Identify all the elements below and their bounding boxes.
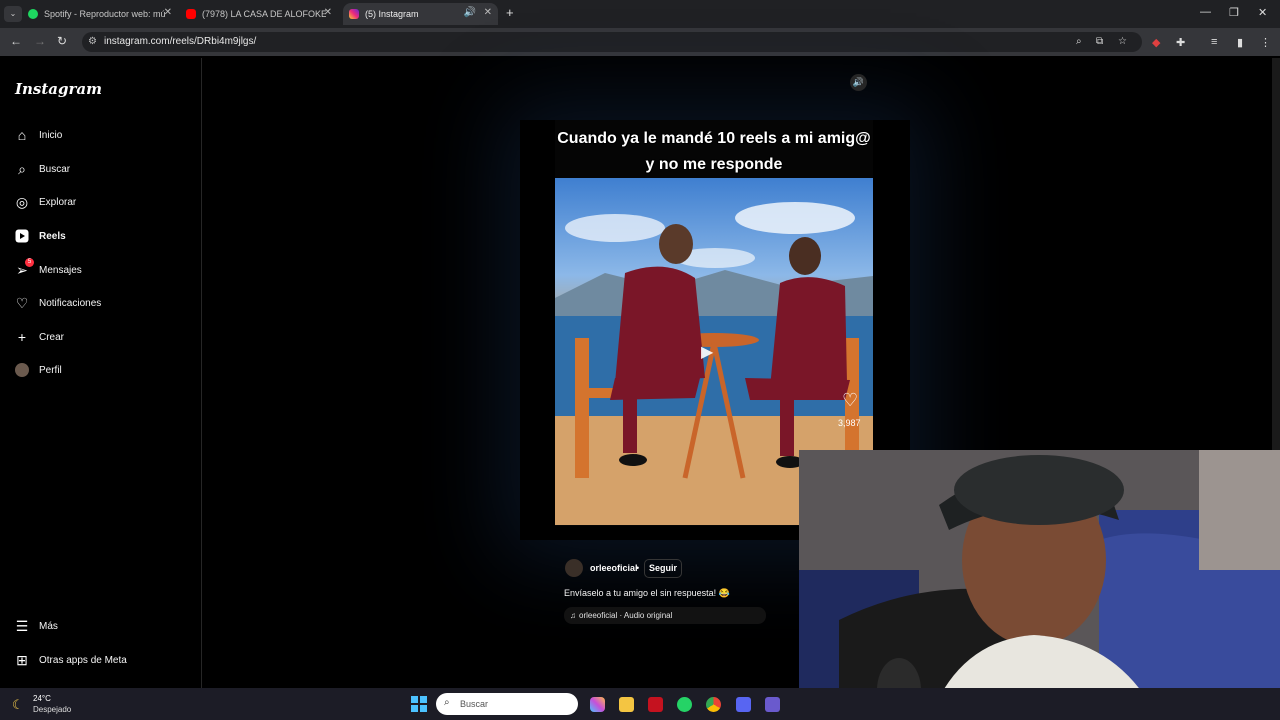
sidebar-item-label: Perfil <box>39 364 62 376</box>
sidebar-item-label: Otras apps de Meta <box>39 654 127 666</box>
webcam-frame <box>799 450 1280 720</box>
extensions-puzzle-icon[interactable]: ✚ <box>1176 36 1185 49</box>
sidebar-item-perfil[interactable]: Perfil <box>14 359 62 381</box>
media-control-icon[interactable]: ≡ <box>1211 36 1217 48</box>
site-info-icon[interactable]: ⚙ <box>88 36 97 47</box>
restore-icon[interactable]: ❐ <box>1229 6 1239 19</box>
sidebar-item-inicio[interactable]: ⌂ Inicio <box>14 124 63 146</box>
weather-temperature[interactable]: 24°C <box>33 694 51 703</box>
close-window-icon[interactable]: ✕ <box>1258 6 1267 19</box>
like-heart-icon[interactable]: ♡ <box>842 390 858 411</box>
tab-title: (7978) LA CASA DE ALOFOKE 2 <box>202 9 326 19</box>
extension-icon[interactable]: ◆ <box>1152 36 1160 49</box>
new-tab-icon[interactable]: + <box>506 5 514 20</box>
copilot-icon[interactable] <box>590 697 605 712</box>
reel-author-avatar[interactable] <box>565 559 583 577</box>
back-icon[interactable]: ← <box>10 34 22 48</box>
tab-spotify[interactable]: Spotify - Reproductor web: mú ✕ <box>28 3 178 25</box>
weather-condition[interactable]: Despejado <box>33 705 71 714</box>
address-bar[interactable]: ⚙ instagram.com/reels/DRbi4m9jlgs/ ⌕ ⧉ ☆ <box>82 32 1142 52</box>
browser-tab-strip: ⌄ Spotify - Reproductor web: mú ✕ (7978)… <box>0 0 1280 28</box>
close-tab-icon[interactable]: ✕ <box>324 7 332 18</box>
reels-icon <box>14 228 30 244</box>
sidebar-item-label: Notificaciones <box>39 297 102 309</box>
volume-icon[interactable]: 🔊 <box>850 74 867 91</box>
compass-icon: ◎ <box>15 193 29 210</box>
reel-overlay-caption: Cuando ya le mandé 10 reels a mi amig@ y… <box>557 130 871 173</box>
tab-title: Spotify - Reproductor web: mú <box>44 9 166 19</box>
spotify-icon <box>28 9 38 19</box>
heart-icon: ♡ <box>15 294 29 311</box>
like-count: 3,987 <box>838 418 861 428</box>
separator-dot: • <box>636 563 640 573</box>
grid-icon: ⊞ <box>16 651 28 668</box>
sidebar-item-label: Crear <box>39 331 65 343</box>
tab-instagram[interactable]: (5) Instagram 🔊 ✕ <box>343 3 498 25</box>
play-icon[interactable]: ▶ <box>701 342 713 362</box>
tab-title: (5) Instagram <box>365 9 419 19</box>
instagram-icon <box>349 9 359 19</box>
sidebar-item-mensajes[interactable]: ➢ 5 Mensajes <box>14 258 82 281</box>
sidebar-item-otras-apps[interactable]: ⊞ Otras apps de Meta <box>14 649 127 671</box>
messages-icon: ➢ 5 <box>14 258 34 278</box>
moon-weather-icon[interactable]: ☾ <box>12 697 24 713</box>
sidebar-item-reels[interactable]: Reels <box>14 225 66 247</box>
sidebar-item-notificaciones[interactable]: ♡ Notificaciones <box>14 292 102 314</box>
avatar <box>15 363 29 377</box>
menu-icon: ☰ <box>15 617 29 634</box>
close-tab-icon[interactable]: ✕ <box>484 7 492 18</box>
app-red-icon[interactable] <box>648 697 663 712</box>
search-icon: ⌕ <box>18 160 26 177</box>
instagram-sidebar: Instagram ⌂ Inicio ⌕ Buscar ◎ Explorar R… <box>0 58 202 688</box>
url-text[interactable]: instagram.com/reels/DRbi4m9jlgs/ <box>104 36 256 47</box>
home-icon: ⌂ <box>17 127 27 143</box>
reload-icon[interactable]: ↻ <box>57 34 67 48</box>
notification-badge: 5 <box>25 258 34 267</box>
profile-icon[interactable]: ▮ <box>1237 36 1243 49</box>
reel-description: Envíaselo a tu amigo el sin respuesta! 😂 <box>564 588 730 598</box>
sidebar-item-explorar[interactable]: ◎ Explorar <box>14 191 76 213</box>
sidebar-item-label: Inicio <box>39 129 63 141</box>
windows-start-icon[interactable] <box>411 696 427 712</box>
reel-author-username[interactable]: orleeoficial <box>590 563 638 573</box>
sidebar-item-buscar[interactable]: ⌕ Buscar <box>14 158 70 180</box>
tab-youtube[interactable]: (7978) LA CASA DE ALOFOKE 2 ✕ <box>186 3 338 25</box>
tab-search-button[interactable]: ⌄ <box>4 6 22 22</box>
close-tab-icon[interactable]: ✕ <box>164 7 172 18</box>
page-scrollbar[interactable] <box>1272 58 1280 458</box>
browser-menu-icon[interactable]: ⋮ <box>1260 36 1271 49</box>
sidebar-item-label: Más <box>39 620 58 632</box>
instagram-logo[interactable]: Instagram <box>15 80 102 98</box>
windows-taskbar: ☾ 24°C Despejado ⌕ Buscar <box>0 688 1280 720</box>
sidebar-item-label: Explorar <box>39 196 77 208</box>
audio-playing-icon[interactable]: 🔊 <box>464 7 476 18</box>
file-explorer-icon[interactable] <box>619 697 634 712</box>
sidebar-item-label: Reels <box>39 230 66 242</box>
youtube-icon <box>186 9 196 19</box>
bookmark-star-icon[interactable]: ☆ <box>1118 36 1127 47</box>
sidebar-item-mas[interactable]: ☰ Más <box>14 615 58 637</box>
install-app-icon[interactable]: ⧉ <box>1096 36 1103 47</box>
whatsapp-icon[interactable] <box>677 697 692 712</box>
browser-toolbar: ← → ↻ ⚙ instagram.com/reels/DRbi4m9jlgs/… <box>0 28 1280 56</box>
search-icon: ⌕ <box>444 697 450 708</box>
zoom-icon[interactable]: ⌕ <box>1076 36 1082 47</box>
sidebar-item-label: Mensajes <box>39 264 82 276</box>
sidebar-item-label: Buscar <box>39 163 71 175</box>
minimize-icon[interactable]: — <box>1200 6 1211 18</box>
taskbar-search[interactable]: ⌕ Buscar <box>436 693 578 715</box>
follow-button[interactable]: Seguir <box>644 559 683 578</box>
webcam-overlay <box>799 450 1280 720</box>
music-note-icon: ♫ <box>570 611 576 620</box>
plus-icon: + <box>17 329 27 345</box>
taskbar-search-placeholder: Buscar <box>460 699 489 709</box>
audio-label: orleeoficial · Audio original <box>579 611 673 620</box>
discord-icon[interactable] <box>736 697 751 712</box>
chrome-icon[interactable] <box>706 697 721 712</box>
app-purple-icon[interactable] <box>765 697 780 712</box>
audio-link[interactable]: ♫ orleeoficial · Audio original <box>564 607 766 624</box>
sidebar-item-crear[interactable]: + Crear <box>14 326 64 348</box>
forward-icon[interactable]: → <box>34 34 46 48</box>
